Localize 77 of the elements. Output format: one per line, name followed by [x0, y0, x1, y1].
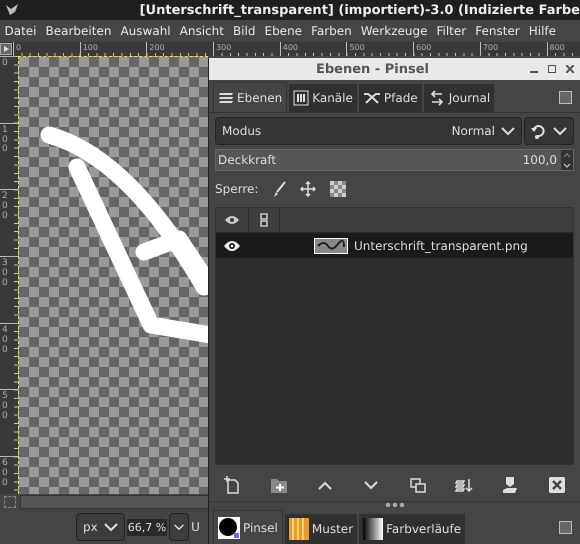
- menu-item[interactable]: Ebene: [260, 24, 307, 38]
- composite-dropdown[interactable]: [524, 117, 574, 145]
- mode-dropdown[interactable]: Modus Normal: [215, 117, 522, 145]
- app-logo-icon: [4, 3, 20, 17]
- play-icon[interactable]: [0, 43, 12, 55]
- ruler-label: 600: [413, 42, 480, 56]
- merge-down-icon: [455, 476, 474, 494]
- paths-icon: [362, 91, 381, 105]
- caret-icon: [104, 522, 118, 532]
- tab-menu-icon[interactable]: [559, 520, 572, 534]
- ruler-label: 500: [346, 42, 414, 56]
- zoom-field[interactable]: 66,7 %: [126, 518, 168, 536]
- ruler-label: 600: [2, 459, 8, 489]
- new-group-icon: [270, 476, 288, 494]
- drag-handle-icon[interactable]: [384, 502, 404, 508]
- gradient-preview-icon: [363, 518, 384, 540]
- unit-dropdown[interactable]: px: [76, 513, 125, 541]
- caret-icon: [553, 126, 567, 136]
- layer-row[interactable]: Unterschrift_transparent.png: [216, 233, 573, 258]
- chain-icon[interactable]: [260, 213, 268, 227]
- ruler-label: 500: [2, 392, 8, 422]
- ruler-label: 100: [2, 126, 8, 156]
- eye-icon[interactable]: [223, 240, 241, 252]
- spin-up-icon[interactable]: [563, 152, 571, 158]
- ruler-label: 400: [280, 42, 346, 56]
- zoom-dropdown[interactable]: [169, 513, 190, 541]
- dock-tab[interactable]: Muster: [284, 514, 358, 544]
- duplicate-icon: [408, 476, 427, 494]
- spin-down-icon[interactable]: [563, 162, 571, 168]
- caret-icon: [174, 524, 184, 530]
- dock-tab[interactable]: Journal: [424, 84, 494, 112]
- move-icon[interactable]: [300, 181, 316, 197]
- menu-item[interactable]: Datei: [0, 24, 42, 38]
- tab-menu-icon[interactable]: [559, 90, 572, 104]
- status-text: U: [191, 520, 200, 534]
- channels-icon: [293, 90, 310, 106]
- dock-tab[interactable]: Pinsel: [213, 510, 283, 544]
- layer-name: Unterschrift_transparent.png: [354, 238, 528, 252]
- menu-item[interactable]: Hilfe: [524, 24, 561, 38]
- maximize-icon[interactable]: [548, 65, 556, 73]
- opacity-field[interactable]: Deckkraft 100,0: [215, 149, 574, 171]
- reset-icon: [531, 123, 547, 139]
- menu-item[interactable]: Filter: [432, 24, 471, 38]
- ruler-label: 300: [2, 259, 8, 289]
- eye-icon[interactable]: [224, 215, 240, 225]
- checkerboard-icon[interactable]: [330, 181, 346, 197]
- menu-item[interactable]: Bild: [228, 24, 260, 38]
- caret-icon: [501, 126, 515, 136]
- menu-item[interactable]: Bearbeiten: [41, 24, 116, 38]
- dock-tab[interactable]: Ebenen: [213, 82, 288, 112]
- brush-icon[interactable]: [272, 181, 286, 197]
- close-icon[interactable]: [566, 65, 574, 73]
- menu-item[interactable]: Farben: [306, 24, 356, 38]
- dock-tab[interactable]: Farbverläufe: [359, 514, 466, 544]
- pattern-preview-icon: [288, 518, 309, 540]
- quick-mask-icon[interactable]: [4, 496, 16, 508]
- window-title: [Unterschrift_transparent] (importiert)-3.0 (Indizierte Farbe: [138, 2, 580, 18]
- layers-icon: [218, 90, 234, 104]
- mask-icon: [501, 476, 520, 494]
- new-layer-icon: [223, 476, 242, 494]
- dock-tab[interactable]: Pfade: [358, 84, 422, 112]
- menu-item[interactable]: Ansicht: [175, 24, 228, 38]
- ruler-label: 200: [2, 192, 8, 222]
- ruler-label: 0: [2, 59, 8, 69]
- menu-item[interactable]: Fenster: [470, 24, 524, 38]
- dock-title: Ebenen - Pinsel: [314, 62, 430, 76]
- brush-preview-icon: [218, 516, 240, 538]
- ruler-label: 700: [480, 42, 546, 56]
- menu-item[interactable]: Auswahl: [116, 24, 176, 38]
- ruler-label: 800: [546, 42, 580, 56]
- dock-tab[interactable]: Kanäle: [289, 84, 357, 112]
- ruler-label: 400: [2, 326, 8, 356]
- lock-label: Sperre:: [215, 182, 258, 196]
- menu-item[interactable]: Werkzeuge: [356, 24, 432, 38]
- delete-icon: [548, 476, 566, 494]
- ruler-label: 300: [213, 42, 280, 56]
- layer-thumbnail: [314, 238, 348, 254]
